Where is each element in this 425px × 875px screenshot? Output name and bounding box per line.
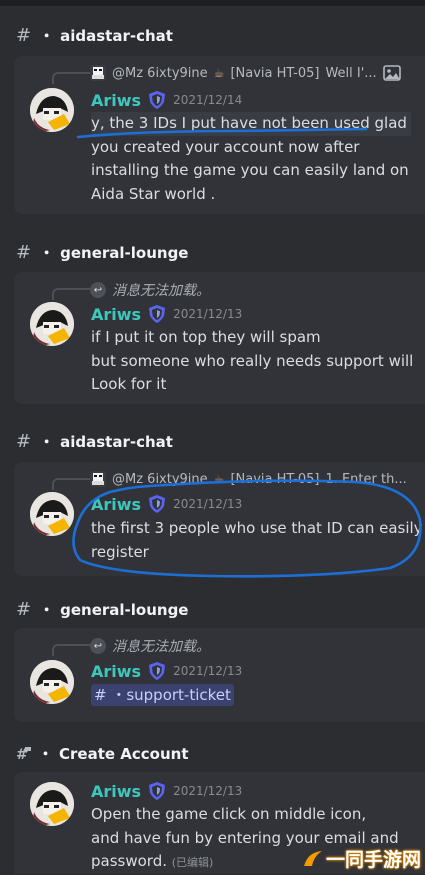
timestamp: 2021/12/13 — [173, 307, 243, 321]
channel-name: aidastar-chat — [60, 432, 173, 451]
author-name[interactable]: Ariws — [91, 662, 141, 681]
author-name[interactable]: Ariws — [91, 495, 141, 514]
reply-preview-unavailable: ↩ 消息无法加载。 — [90, 636, 410, 656]
timestamp: 2021/12/13 — [173, 497, 243, 511]
author-name[interactable]: Ariws — [91, 91, 141, 110]
timestamp: 2021/12/13 — [173, 784, 243, 798]
channel-header-aidastar-chat[interactable]: # ・ aidastar-chat — [16, 25, 173, 46]
shield-badge-icon — [149, 91, 166, 109]
avatar-image — [30, 782, 74, 826]
author-row: Ariws 2021/12/14 — [91, 90, 242, 110]
reply-preview-unavailable: ↩ 消息无法加载。 — [90, 280, 410, 300]
message-card[interactable]: ↩ 消息无法加载。 Ariws 2021/12/13 # ・support-ti… — [14, 628, 425, 722]
author-row: Ariws 2021/12/13 — [91, 494, 242, 514]
author-row: Ariws 2021/12/13 — [91, 781, 242, 801]
channel-name: Create Account — [59, 744, 189, 763]
message-text: the first 3 people who use that ID can e… — [91, 519, 423, 561]
timestamp: 2021/12/14 — [173, 93, 243, 107]
top-divider — [0, 0, 425, 6]
watermark-icon — [303, 850, 322, 866]
channel-name: aidastar-chat — [60, 26, 173, 45]
shield-badge-icon — [149, 662, 166, 680]
message-card[interactable]: @Mz 6ixty9ine ☕ [Navia HT-05] 1. Enter t… — [14, 462, 425, 576]
hash-speech-icon: # — [16, 746, 31, 762]
message-text: if I put it on top they will spam but so… — [91, 328, 414, 393]
avatar[interactable] — [30, 302, 74, 346]
image-icon — [382, 65, 401, 81]
channel-header-create-account[interactable]: # ・ Create Account — [16, 743, 189, 764]
avatar-image — [30, 302, 74, 346]
avatar[interactable] — [30, 782, 74, 826]
coffee-icon: ☕ — [213, 66, 225, 80]
shield-badge-icon — [149, 305, 166, 323]
watermark-logo: 一同手游网 — [302, 845, 421, 872]
channel-mention-link[interactable]: # ・support-ticket — [91, 684, 234, 706]
reply-arrow-icon: ↩ — [90, 282, 106, 298]
reply-arrow-icon: ↩ — [90, 638, 106, 654]
author-row: Ariws 2021/12/13 — [91, 304, 242, 324]
coffee-icon: ☕ — [213, 472, 225, 486]
avatar-image — [30, 88, 74, 132]
avatar-image — [30, 660, 74, 704]
channel-name: general-lounge — [60, 243, 189, 262]
reply-avatar-icon — [90, 471, 106, 487]
channel-header-aidastar-chat[interactable]: # ・ aidastar-chat — [16, 431, 173, 452]
avatar[interactable] — [30, 492, 74, 536]
hash-icon: # — [16, 599, 32, 620]
reply-avatar-icon — [90, 65, 106, 81]
reply-preview[interactable]: @Mz 6ixty9ine ☕ [Navia HT-05] Well I'... — [90, 65, 410, 81]
avatar[interactable] — [30, 660, 74, 704]
author-name[interactable]: Ariws — [91, 782, 141, 801]
avatar-image — [30, 492, 74, 536]
channel-header-general-lounge[interactable]: # ・ general-lounge — [16, 242, 188, 263]
channel-header-general-lounge[interactable]: # ・ general-lounge — [16, 599, 188, 620]
hash-icon: # — [16, 431, 32, 452]
avatar[interactable] — [30, 88, 74, 132]
message-card[interactable]: ↩ 消息无法加载。 Ariws 2021/12/13 if I put it o… — [14, 272, 425, 404]
message-card[interactable]: @Mz 6ixty9ine ☕ [Navia HT-05] Well I'...… — [14, 56, 425, 214]
reply-preview[interactable]: @Mz 6ixty9ine ☕ [Navia HT-05] 1. Enter t… — [90, 471, 410, 487]
shield-badge-icon — [149, 782, 166, 800]
timestamp: 2021/12/13 — [173, 664, 243, 678]
hash-icon: # — [16, 242, 32, 263]
hash-icon: # — [16, 25, 32, 46]
author-row: Ariws 2021/12/13 — [91, 661, 242, 681]
author-name[interactable]: Ariws — [91, 305, 141, 324]
edited-label: (已编辑) — [171, 856, 214, 869]
message-text: # ・support-ticket — [91, 684, 411, 708]
shield-badge-icon — [149, 495, 166, 513]
message-text: y, the 3 IDs I put have not been used gl… — [91, 112, 411, 206]
channel-name: general-lounge — [60, 600, 189, 619]
